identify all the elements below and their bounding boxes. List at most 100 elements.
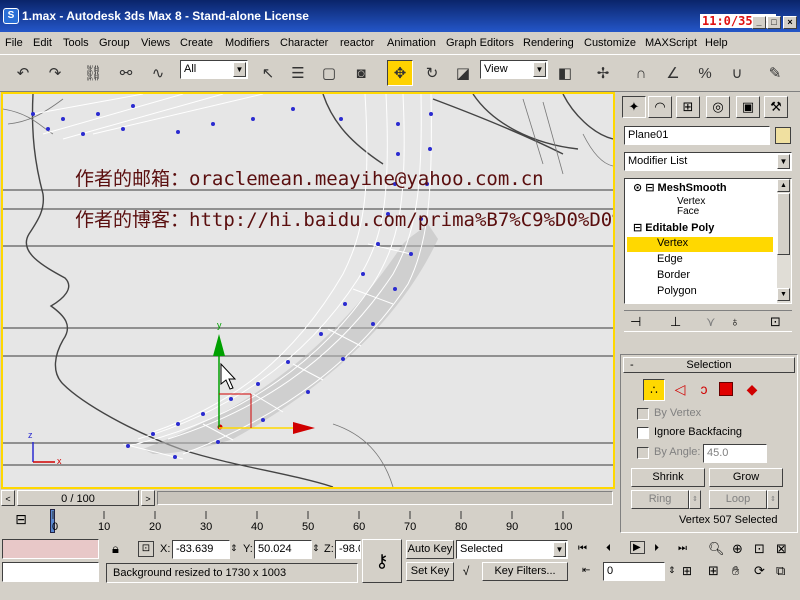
menu-character[interactable]: Character: [280, 37, 328, 49]
undo-icon[interactable]: ↶: [10, 60, 36, 86]
stack-item-ep-border[interactable]: Border: [627, 269, 777, 284]
menu-help[interactable]: Help: [705, 37, 728, 49]
named-selection-icon[interactable]: ✎: [762, 60, 788, 86]
stack-scrollbar[interactable]: ▲ ▼: [777, 179, 791, 303]
angle-spinner[interactable]: 45.0: [703, 444, 767, 463]
go-to-end-icon[interactable]: ⏭: [678, 543, 688, 554]
maxscript-listener-field[interactable]: [2, 539, 99, 559]
region-zoom-icon[interactable]: ⊞: [708, 563, 719, 579]
menu-rendering[interactable]: Rendering: [523, 37, 574, 49]
angle-snap-icon[interactable]: ∠: [660, 60, 686, 86]
menu-graph-editors[interactable]: Graph Editors: [446, 37, 514, 49]
ring-spinner[interactable]: ⇕: [689, 490, 701, 509]
by-vertex-checkbox[interactable]: [637, 408, 649, 420]
time-prev-button[interactable]: <: [1, 490, 15, 506]
go-to-start-icon[interactable]: ⏮: [578, 543, 588, 554]
edge-mode-icon[interactable]: ◁: [669, 379, 691, 401]
key-mode-toggle-icon[interactable]: ⚷: [362, 539, 402, 583]
next-frame-icon[interactable]: ⏵: [654, 543, 660, 554]
border-mode-icon[interactable]: ↄ: [693, 379, 715, 401]
app-icon[interactable]: S: [3, 8, 19, 24]
menu-modifiers[interactable]: Modifiers: [225, 37, 270, 49]
menu-reactor[interactable]: reactor: [340, 37, 374, 49]
menu-file[interactable]: File: [5, 37, 23, 49]
zoom-extents-icon[interactable]: ⊡: [754, 541, 765, 557]
select-and-rotate-icon[interactable]: ↻: [419, 60, 445, 86]
default-tangents-icon[interactable]: √: [457, 564, 475, 582]
perspective-viewport[interactable]: 作者的邮箱：oraclemean.meayihe@yahoo.com.cn 作者…: [1, 92, 615, 489]
spinner-snap-icon[interactable]: ∪: [724, 60, 750, 86]
pan-icon[interactable]: ✋︎: [732, 563, 739, 579]
x-coordinate-field[interactable]: -83.639: [172, 540, 230, 559]
select-object-icon[interactable]: ↖: [255, 60, 281, 86]
menu-group[interactable]: Group: [99, 37, 130, 49]
object-color-swatch[interactable]: [775, 127, 791, 144]
menu-create[interactable]: Create: [180, 37, 213, 49]
select-and-scale-icon[interactable]: ◪: [450, 60, 476, 86]
menu-animation[interactable]: Animation: [387, 37, 436, 49]
configure-sets-icon[interactable]: ⊡: [770, 314, 781, 330]
auto-key-button[interactable]: Auto Key: [406, 540, 454, 559]
frame-spinner-icon[interactable]: ⇕: [668, 565, 676, 576]
stack-item-editable-poly[interactable]: ⊟ Editable Poly: [627, 221, 777, 236]
selection-rollout-header[interactable]: - Selection: [623, 357, 795, 373]
key-mode-icon[interactable]: ⇤: [582, 565, 590, 576]
key-mode-dropdown[interactable]: Selected ▼: [456, 540, 568, 559]
remove-modifier-icon[interactable]: ♁: [730, 314, 740, 329]
menu-tools[interactable]: Tools: [63, 37, 89, 49]
curve-editor-icon[interactable]: ⊟: [10, 511, 32, 529]
stack-item-ep-polygon[interactable]: Polygon: [627, 285, 777, 300]
current-frame-field[interactable]: 0: [603, 562, 665, 581]
grow-button[interactable]: Grow: [709, 468, 783, 487]
stack-item-ep-edge[interactable]: Edge: [627, 253, 777, 268]
loop-button[interactable]: Loop: [709, 490, 767, 509]
select-manipulate-icon[interactable]: ✢: [590, 60, 616, 86]
arc-rotate-icon[interactable]: ⟳: [754, 563, 765, 579]
stack-item-ms-face[interactable]: Face: [627, 206, 777, 219]
hierarchy-tab-icon[interactable]: ⊞: [676, 96, 700, 118]
close-button[interactable]: ×: [783, 16, 797, 29]
time-slider-track[interactable]: [157, 491, 613, 505]
create-tab-icon[interactable]: ✦: [622, 96, 646, 118]
snap-toggle-icon[interactable]: ∩: [628, 60, 654, 86]
stack-item-ep-vertex[interactable]: Vertex: [627, 237, 773, 252]
ring-button[interactable]: Ring: [631, 490, 689, 509]
select-by-name-icon[interactable]: ☰: [285, 60, 311, 86]
utilities-tab-icon[interactable]: ⚒: [764, 96, 788, 118]
modify-tab-icon[interactable]: ◠: [648, 96, 672, 118]
maximize-viewport-icon[interactable]: ⧉: [776, 563, 785, 579]
minimize-button[interactable]: _: [752, 16, 766, 29]
stack-scroll-thumb[interactable]: [777, 193, 790, 255]
rectangular-region-icon[interactable]: ▢: [316, 60, 342, 86]
show-end-result-icon[interactable]: ⊥: [670, 314, 681, 330]
set-key-button[interactable]: Set Key: [406, 562, 454, 581]
bind-spacewarp-icon[interactable]: ∿: [145, 60, 171, 86]
modifier-list-dropdown[interactable]: Modifier List ▼: [624, 152, 792, 171]
percent-snap-icon[interactable]: %: [692, 60, 718, 86]
polygon-mode-icon[interactable]: [719, 382, 733, 396]
element-mode-icon[interactable]: ◆: [741, 379, 763, 401]
chevron-up-icon[interactable]: ▲: [777, 179, 790, 192]
redo-icon[interactable]: ↷: [42, 60, 68, 86]
x-spinner-icon[interactable]: ⇕: [230, 543, 238, 554]
display-tab-icon[interactable]: ▣: [736, 96, 760, 118]
y-spinner-icon[interactable]: ⇕: [312, 543, 320, 554]
lock-icon[interactable]: 🔒︎: [112, 541, 119, 557]
y-coordinate-field[interactable]: 50.024: [254, 540, 312, 559]
zoom-extents-all-icon[interactable]: ⊠: [776, 541, 787, 557]
stack-item-meshsmooth[interactable]: ⊙ ⊟ MeshSmooth: [627, 181, 777, 196]
key-filters-button[interactable]: Key Filters...: [482, 562, 568, 581]
menu-maxscript[interactable]: MAXScript: [645, 37, 697, 49]
absolute-mode-icon[interactable]: ⊡: [138, 541, 154, 557]
link-icon[interactable]: ⛓: [80, 60, 106, 86]
chevron-down-icon[interactable]: ▼: [777, 288, 790, 301]
track-bar[interactable]: ⊟ 0 10 20 30 40 50 60 70 80 90 100: [0, 507, 615, 535]
reference-coord-dropdown[interactable]: View ▼: [480, 60, 548, 79]
play-icon[interactable]: ▶: [630, 541, 645, 554]
object-name-field[interactable]: Plane01: [624, 126, 770, 145]
ignore-backfacing-checkbox[interactable]: [637, 427, 649, 439]
vertex-mode-icon[interactable]: ∴: [643, 379, 665, 401]
selection-filter-dropdown[interactable]: All ▼: [180, 60, 248, 79]
maxscript-input-field[interactable]: [2, 562, 99, 582]
menu-views[interactable]: Views: [141, 37, 170, 49]
